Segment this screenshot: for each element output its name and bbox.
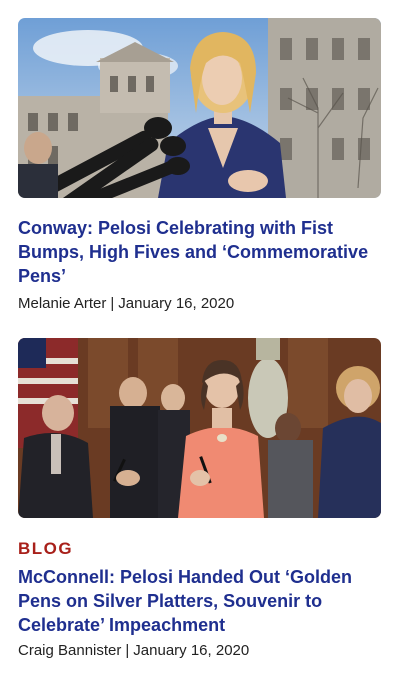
article-headline[interactable]: Conway: Pelosi Celebrating with Fist Bum… — [18, 216, 381, 288]
article-date: January 16, 2020 — [118, 295, 235, 312]
article-image[interactable] — [18, 338, 381, 518]
article-author[interactable]: Melanie Arter — [18, 295, 106, 312]
byline-separator: | — [125, 642, 130, 659]
photo-group-with-pens — [18, 338, 381, 518]
article-date: January 16, 2020 — [133, 642, 250, 659]
article-author[interactable]: Craig Bannister — [18, 642, 121, 659]
byline-separator: | — [110, 295, 115, 312]
article-byline: Craig Bannister | January 16, 2020 — [18, 641, 381, 661]
photo-woman-at-microphones — [18, 18, 381, 198]
article-image[interactable] — [18, 18, 381, 198]
article-headline[interactable]: McConnell: Pelosi Handed Out ‘Golden Pen… — [18, 565, 381, 637]
article-byline: Melanie Arter | January 16, 2020 — [18, 294, 381, 314]
article-category[interactable]: BLOG — [18, 539, 381, 559]
article-card[interactable]: BLOG McConnell: Pelosi Handed Out ‘Golde… — [18, 338, 381, 661]
article-card[interactable]: Conway: Pelosi Celebrating with Fist Bum… — [18, 18, 381, 314]
